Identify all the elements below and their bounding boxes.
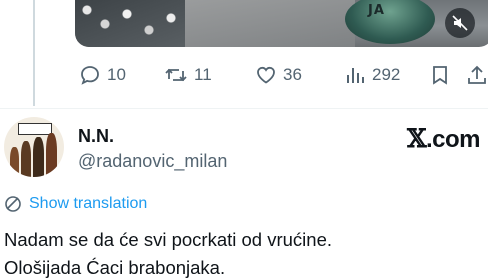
show-translation-label: Show translation bbox=[29, 195, 148, 212]
media-pavement-image bbox=[185, 0, 355, 47]
avatar-figure-1 bbox=[10, 147, 19, 177]
author-name[interactable]: N.N. bbox=[78, 126, 114, 147]
globe-icon bbox=[5, 196, 21, 212]
like-button[interactable]: 36 bbox=[255, 62, 302, 88]
avatar-figure-3 bbox=[33, 137, 44, 177]
post-divider bbox=[0, 108, 488, 109]
avatar-sign-graphic bbox=[18, 123, 52, 135]
reply-icon bbox=[81, 66, 99, 85]
x-logo-icon: 𝕏 bbox=[407, 124, 426, 153]
bookmark-button[interactable] bbox=[430, 62, 450, 88]
x-brand-logo: 𝕏.com bbox=[407, 124, 480, 154]
repost-count: 11 bbox=[194, 65, 212, 84]
post-video-media[interactable]: JA bbox=[75, 0, 488, 47]
avatar-figure-2 bbox=[21, 141, 31, 177]
brand-suffix: .com bbox=[425, 126, 481, 153]
repost-button[interactable]: 11 bbox=[164, 62, 212, 88]
repost-icon bbox=[165, 68, 187, 82]
post-actions-bar: 10 11 36 292 bbox=[75, 62, 488, 88]
show-translation-link[interactable]: Show translation bbox=[4, 195, 147, 213]
heart-icon bbox=[257, 66, 275, 84]
author-handle[interactable]: @radanovic_milan bbox=[78, 151, 227, 172]
views-icon bbox=[347, 68, 364, 83]
views-button[interactable]: 292 bbox=[344, 62, 400, 88]
media-sign-text: JA bbox=[368, 3, 385, 18]
thread-connector-line bbox=[33, 0, 35, 106]
speaker-muted-icon bbox=[452, 15, 468, 31]
avatar[interactable] bbox=[4, 117, 64, 177]
like-count: 36 bbox=[283, 65, 302, 84]
share-icon bbox=[468, 65, 486, 84]
share-button[interactable] bbox=[466, 62, 488, 88]
avatar-figure-4 bbox=[46, 133, 57, 177]
view-count: 292 bbox=[372, 65, 401, 84]
media-monument-image bbox=[345, 0, 435, 44]
bookmark-icon bbox=[433, 66, 447, 85]
reply-count: 10 bbox=[107, 65, 126, 84]
reply-button[interactable]: 10 bbox=[79, 62, 126, 88]
media-crowd-image bbox=[75, 0, 195, 47]
mute-button[interactable] bbox=[445, 8, 475, 38]
post-text-line: Nadam se da će svi pocrkati od vrućine. bbox=[4, 229, 333, 250]
